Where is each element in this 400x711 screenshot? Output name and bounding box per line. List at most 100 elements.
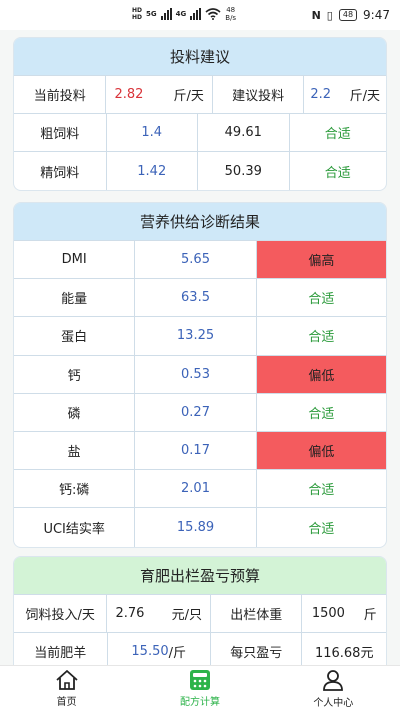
nutrient-value: 0.53	[135, 355, 257, 393]
table-row: 粗饲料 1.4 49.61 合适	[14, 114, 386, 152]
user-icon	[323, 670, 344, 691]
nutrient-status: 合适	[308, 406, 335, 422]
signal-2-icon	[190, 8, 202, 20]
feed-cost-label: 饲料投入/天	[14, 595, 108, 632]
suggest-feed-unit: 斤/天	[349, 89, 380, 104]
feed-ref: 49.61	[198, 114, 290, 151]
nutrient-status: 偏高	[256, 241, 386, 279]
out-weight-cell: 1500 斤	[302, 595, 386, 632]
feed-cost-cell: 2.76 元/只	[107, 595, 211, 632]
nutrient-value: 2.01	[135, 470, 257, 508]
profit-value: 116.68元	[314, 645, 374, 661]
budget-row-1: 饲料投入/天 2.76 元/只 出栏体重 1500 斤	[14, 595, 386, 633]
feed-ref: 50.39	[198, 152, 290, 190]
suggest-feed-cell: 2.2 斤/天	[304, 76, 386, 113]
nav-formula-label: 配方计算	[179, 697, 220, 708]
current-feed-value: 2.82	[114, 87, 144, 102]
profit-label: 每只盈亏	[211, 633, 303, 668]
budget-title: 育肥出栏盈亏预算	[14, 557, 386, 595]
current-feed-unit: 斤/天	[173, 89, 204, 104]
nutrient-name: 能量	[14, 279, 136, 317]
sim-indicator: HD HD	[132, 7, 142, 21]
bottom-nav: 首页 配方计算 个人中心	[0, 665, 400, 711]
battery-icon: 48	[338, 9, 358, 21]
nutrient-name: 磷	[14, 393, 136, 431]
table-row: UCI结实率 15.89 合适	[14, 508, 386, 547]
status-bar: HD HD 5G 4G 48 B/s N ▯ 48 9:47	[0, 0, 400, 30]
nutrient-value: 0.27	[135, 393, 257, 431]
nutrient-name: DMI	[14, 241, 136, 279]
signal-1-icon	[160, 8, 172, 20]
table-row: 能量 63.5 合适	[14, 279, 386, 318]
out-weight-label: 出栏体重	[211, 595, 303, 632]
nutrient-name: 盐	[14, 431, 136, 470]
table-row: 钙 0.53 偏低	[14, 355, 386, 394]
nutrient-status: 合适	[308, 292, 335, 308]
feeding-card: 投料建议 当前投料 2.82 斤/天 建议投料 2.2 斤/天 粗饲料 1.4 …	[13, 37, 387, 191]
out-weight-value: 1500	[311, 606, 345, 621]
feed-name: 精饲料	[14, 152, 107, 190]
net-type-1: 5G	[146, 10, 157, 18]
nutrient-name: 钙	[14, 355, 136, 393]
table-row: 钙:磷 2.01 合适	[14, 470, 386, 509]
sim2-label: HD	[132, 14, 143, 21]
clock: 9:47	[363, 8, 390, 22]
nutrient-value: 15.89	[135, 508, 257, 547]
suggest-feed-label: 建议投料	[213, 76, 305, 113]
table-row: 磷 0.27 合适	[14, 393, 386, 432]
nav-home[interactable]: 首页	[0, 666, 133, 711]
nutrient-value: 5.65	[135, 241, 257, 279]
budget-card: 育肥出栏盈亏预算 饲料投入/天 2.76 元/只 出栏体重 1500 斤 当前肥…	[13, 556, 387, 668]
feed-value: 1.42	[107, 152, 199, 190]
status-left: HD HD 5G 4G 48 B/s	[132, 6, 236, 22]
feed-status: 合适	[324, 165, 351, 181]
wifi-icon	[205, 8, 221, 20]
nutrient-name: 蛋白	[14, 317, 136, 355]
nutrient-name: 钙:磷	[14, 470, 136, 508]
net-speed: 48 B/s	[225, 6, 236, 22]
suggest-feed-value: 2.2	[310, 87, 332, 102]
feed-cost-value: 2.76	[115, 606, 145, 621]
table-row: 盐 0.17 偏低	[14, 431, 386, 471]
nav-profile-label: 个人中心	[313, 698, 354, 709]
calculator-icon	[189, 670, 210, 690]
feed-cost-unit: 元/只	[171, 608, 202, 623]
nutrition-title: 营养供给诊断结果	[14, 203, 386, 241]
nutrient-status: 合适	[308, 521, 335, 537]
out-weight-unit: 斤	[363, 608, 377, 623]
home-icon	[56, 670, 78, 690]
table-row: 蛋白 13.25 合适	[14, 317, 386, 356]
nutrient-name: UCI结实率	[14, 508, 136, 547]
nav-profile[interactable]: 个人中心	[267, 666, 400, 711]
net-speed-unit: B/s	[225, 14, 237, 22]
nutrient-status: 合适	[308, 330, 335, 346]
sim1-label: HD	[132, 7, 143, 14]
net-speed-value: 48	[226, 6, 236, 14]
feed-status: 合适	[324, 127, 351, 142]
nutrition-card: 营养供给诊断结果 DMI 5.65 偏高 能量 63.5 合适 蛋白 13.25 合适钙 0.53…	[13, 202, 387, 548]
current-sheep-cell: 15.50 /斤	[108, 633, 211, 668]
feed-name: 粗饲料	[14, 114, 107, 151]
current-sheep-unit: /斤	[168, 645, 187, 661]
current-sheep-label: 当前肥羊	[14, 633, 108, 668]
nav-formula[interactable]: 配方计算	[133, 666, 266, 711]
net-type-2: 4G	[175, 10, 187, 18]
nutrient-status: 偏低	[256, 431, 386, 470]
current-feed-cell: 2.82 斤/天	[106, 76, 213, 113]
nutrient-value: 0.17	[135, 431, 257, 470]
table-row: DMI 5.65 偏高	[14, 241, 386, 280]
battery-level: 48	[342, 10, 354, 19]
nutrient-status: 偏低	[256, 355, 386, 393]
nutrient-status: 合适	[308, 483, 335, 499]
nutrition-table: DMI 5.65 偏高 能量 63.5 合适 蛋白 13.25 合适钙 0.53 偏低磷 0.27 合适…	[14, 241, 386, 547]
budget-row-2: 当前肥羊 15.50 /斤 每只盈亏 116.68元	[14, 633, 386, 668]
nutrient-value: 13.25	[135, 317, 257, 355]
feeding-summary-row: 当前投料 2.82 斤/天 建议投料 2.2 斤/天	[14, 76, 386, 114]
current-sheep-value: 15.50	[131, 643, 169, 659]
feeding-title: 投料建议	[14, 38, 386, 76]
nfc-icon: N	[311, 8, 321, 22]
nav-home-label: 首页	[56, 697, 77, 708]
nutrient-value: 63.5	[135, 279, 257, 317]
table-row: 精饲料 1.42 50.39 合适	[14, 152, 386, 190]
feed-value: 1.4	[107, 114, 199, 151]
